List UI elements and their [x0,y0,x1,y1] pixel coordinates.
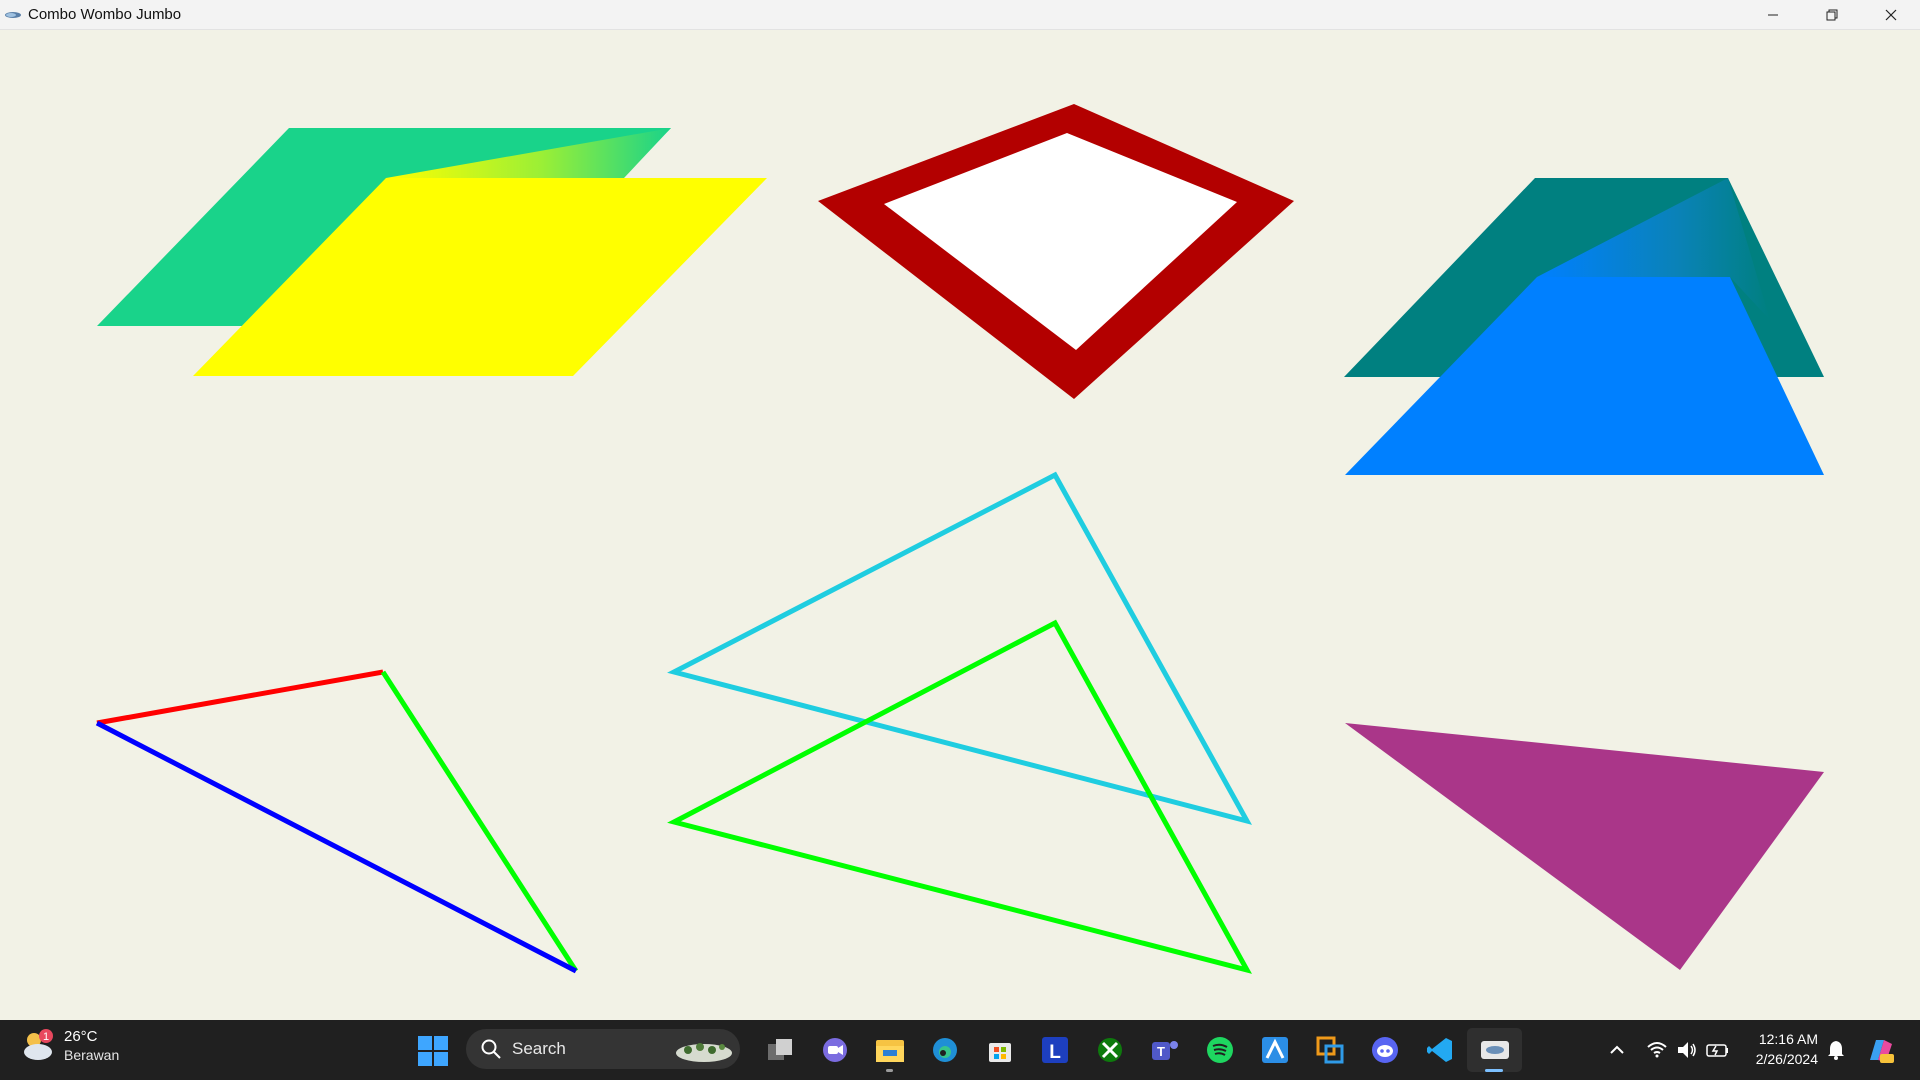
clock[interactable]: 12:16 AM 2/26/2024 [1742,1029,1818,1069]
weather-cloud-icon: 1 [24,1029,53,1060]
clock-date: 2/26/2024 [1755,1051,1818,1067]
search-icon [481,1039,501,1059]
file-explorer-icon [875,1040,904,1062]
battery-icon[interactable] [1705,1038,1731,1062]
search-label: Search [512,1039,566,1058]
edge-icon [932,1038,957,1062]
l-app-button[interactable]: L [1027,1028,1082,1072]
triangle-purple-filled [1345,723,1824,970]
restore-icon [1826,9,1837,20]
title-bar: Combo Wombo Jumbo [0,0,1920,30]
search-highlight-icon [676,1043,732,1062]
minimize-button[interactable] [1743,0,1802,29]
remote-app-button[interactable] [1302,1028,1357,1072]
vscode-icon [1426,1038,1452,1062]
opengl-canvas[interactable] [0,30,1920,1020]
triangle-edge-blue [95,720,578,974]
triangle-edge-green [380,670,579,973]
task-view-button[interactable] [752,1028,807,1072]
teams-button[interactable]: T [1137,1028,1192,1072]
windows-start-icon [418,1036,448,1066]
wifi-icon[interactable] [1645,1038,1669,1062]
chat-button[interactable] [807,1028,862,1072]
start-button[interactable] [418,1036,448,1071]
restore-button[interactable] [1802,0,1861,29]
chevron-up-icon[interactable] [1605,1038,1629,1062]
weather-temperature: 26°C [64,1028,98,1045]
remote-app-icon [1316,1036,1343,1064]
close-button[interactable] [1861,0,1920,29]
chat-icon [822,1038,847,1062]
opengl-app-button[interactable] [1467,1028,1522,1072]
teams-icon: T [1151,1041,1178,1060]
spotify-button[interactable] [1192,1028,1247,1072]
task-view-icon [767,1039,792,1060]
triangle-cyan-outline [667,471,1253,825]
copilot-icon[interactable] [1864,1034,1896,1066]
discord-icon [1371,1037,1398,1063]
weather-description: Berawan [64,1047,120,1063]
drawing-app-icon [1261,1037,1288,1063]
system-tray [1605,1020,1731,1080]
taskbar-apps: L T [752,1028,1522,1072]
edge-button[interactable] [917,1028,972,1072]
store-icon [988,1043,1011,1062]
svg-text:T: T [1157,1044,1165,1059]
shapes-drawing [95,104,1824,974]
discord-button[interactable] [1357,1028,1412,1072]
xbox-icon [1097,1038,1122,1062]
notification-bell-icon[interactable] [1826,1039,1846,1061]
app-icon [5,11,21,18]
minimize-icon [1767,14,1778,15]
clock-time: 12:16 AM [1758,1031,1818,1047]
window-title: Combo Wombo Jumbo [28,6,182,23]
store-button[interactable] [972,1028,1027,1072]
weather-widget[interactable]: 1 26°C Berawan [20,1028,119,1064]
triangle-edge-red [96,669,384,726]
taskbar: 1 26°C Berawan Search L T 12:16 AM 2/26/… [0,1020,1920,1080]
window-controls [1743,0,1920,29]
xbox-button[interactable] [1082,1028,1137,1072]
close-icon [1885,9,1896,20]
spotify-icon [1206,1037,1233,1063]
svg-text:L: L [1049,1042,1061,1063]
volume-icon[interactable] [1675,1038,1699,1062]
drawing-app-button[interactable] [1247,1028,1302,1072]
file-explorer-button[interactable] [862,1028,917,1072]
opengl-app-icon [1480,1041,1509,1059]
search-box[interactable]: Search [466,1029,740,1069]
l-app-icon: L [1041,1037,1068,1063]
vscode-button[interactable] [1412,1028,1467,1072]
weather-badge: 1 [43,1031,49,1043]
